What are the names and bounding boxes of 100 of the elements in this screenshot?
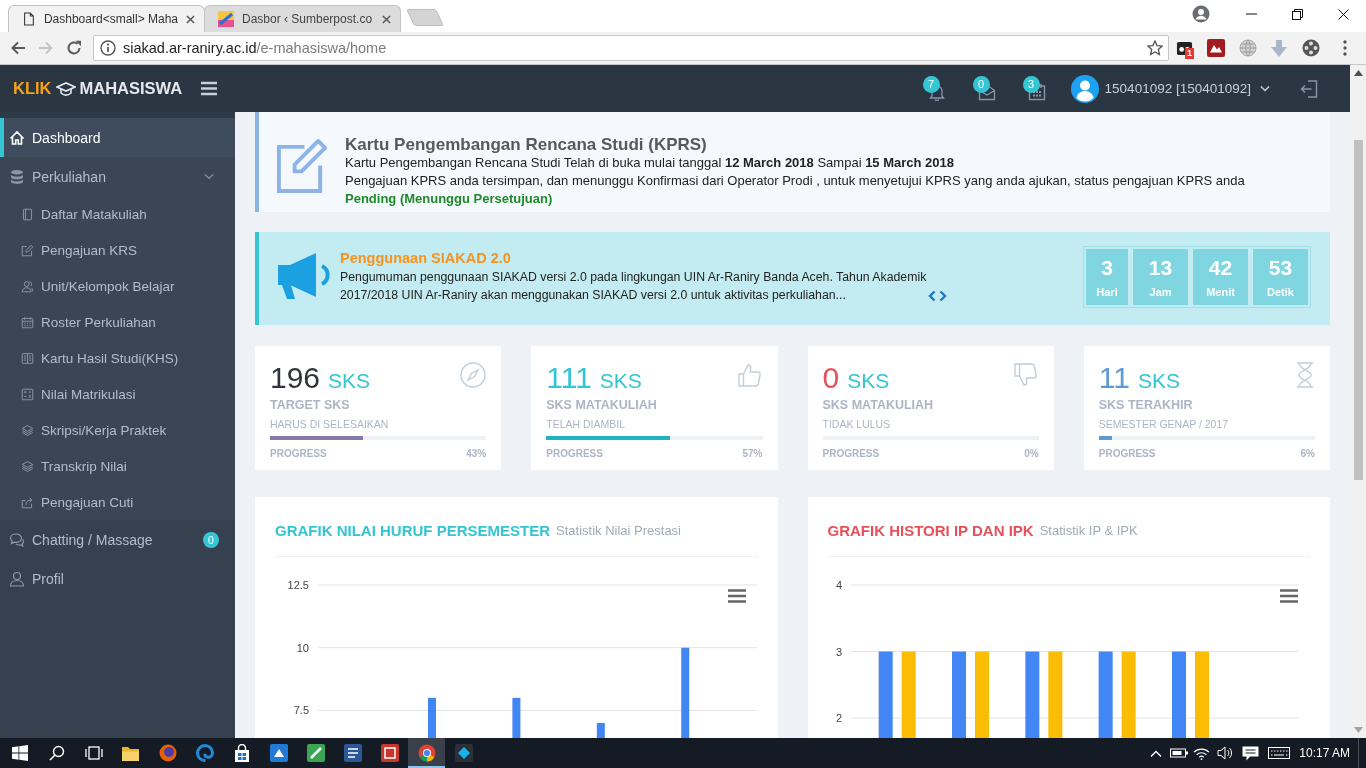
restore-icon[interactable] — [1291, 8, 1303, 20]
search-icon[interactable] — [48, 745, 65, 761]
sidebar-subitem[interactable]: Unit/Kelompok Belajar — [0, 268, 235, 304]
stat-value: 196 — [270, 361, 321, 394]
app-tile-icon[interactable] — [380, 744, 399, 762]
stat-value: 11 — [1098, 361, 1130, 394]
progress-label: PROGRESS — [1098, 447, 1156, 461]
bar — [596, 722, 605, 738]
y-tick-label: 3 — [835, 645, 842, 658]
hourglass-icon — [1295, 362, 1315, 388]
user-name[interactable]: 150401092 [150401092] — [1104, 81, 1251, 96]
app-tile-icon[interactable] — [306, 744, 325, 762]
chevron-left-icon[interactable] — [928, 290, 936, 302]
address-bar[interactable]: siakad.ar-raniry.ac.id/e-mahasiswa/home — [93, 35, 1169, 61]
arrow-up-icon[interactable] — [1353, 70, 1363, 76]
progress-label: PROGRESS — [546, 447, 603, 461]
notice-title: Kartu Pengembangan Rencana Studi (KPRS) — [345, 136, 708, 154]
countdown-value: 53 — [1268, 255, 1293, 280]
start-icon[interactable] — [11, 745, 28, 761]
sidebar-item[interactable]: Perkuliahan — [0, 157, 235, 196]
favicon-icon — [218, 11, 234, 27]
keyboard-icon[interactable] — [1268, 747, 1291, 759]
profile-icon[interactable] — [1192, 5, 1210, 23]
stat-subtitle: TIDAK LULUS — [822, 417, 892, 431]
page-icon — [22, 11, 36, 27]
sidebar-item[interactable]: Chatting / Massage 0 — [0, 520, 235, 559]
sidebar-subitem[interactable]: Roster Perkuliahan — [0, 304, 235, 340]
sidebar-subitem[interactable]: Transkrip Nilai — [0, 448, 235, 484]
sidebar-subitem[interactable]: Skripsi/Kerja Praktek — [0, 412, 235, 448]
battery-icon[interactable] — [1169, 748, 1188, 758]
progress-percent: 57% — [742, 447, 763, 461]
scrollbar-thumb[interactable] — [1353, 140, 1363, 480]
speaker-icon[interactable] — [1216, 746, 1233, 760]
close-icon[interactable] — [186, 14, 195, 24]
stat-title: SKS MATAKULIAH — [822, 397, 935, 414]
task-view-icon[interactable] — [84, 745, 103, 761]
count-badge: 1 — [1185, 48, 1194, 59]
stat-value: 0 — [822, 361, 840, 394]
notice-text: Pengajuan KPRS anda tersimpan, dan menunggu Konfirmasi dari Operator Prodi , untuk menyetujui KPRS yang anda ajukan, status pengajuan KPRS anda — [345, 172, 1245, 190]
countdown-value: 3 — [1101, 255, 1113, 280]
menu-icon[interactable] — [727, 589, 746, 603]
browser-tab[interactable]: Dashboard<small> Maha — [8, 5, 205, 32]
sidebar-item[interactable]: Profil — [0, 559, 235, 598]
stat-title: SKS TERAKHIR — [1098, 397, 1194, 414]
countdown-label: Menit — [1206, 284, 1235, 299]
clock-text[interactable]: 10:17 AM — [1293, 738, 1358, 768]
thumbs-down-icon — [1012, 362, 1039, 388]
browser-tab[interactable]: Dasbor ‹ Sumberpost.co — [204, 5, 401, 32]
circle-logo-icon[interactable] — [417, 744, 436, 762]
stat-title: SKS MATAKULIAH — [546, 397, 658, 414]
stat-subtitle: SEMESTER GENAP / 2017 — [1098, 417, 1230, 431]
chevron-right-icon[interactable] — [939, 290, 947, 302]
layers-icon — [21, 423, 34, 437]
menu-icon[interactable] — [1280, 589, 1298, 603]
film-reel-icon[interactable] — [1301, 39, 1320, 57]
announcement-text: Pengumuman penggunaan SIAKAD versi 2.0 pada lingkungan UIN Ar-Raniry Banda Aceh. Tahun Akademik 2017/2018 UIN Ar-Raniry akan menggunakan SIAKAD versi 2.0 untuk aktivitas perkuliahan... — [340, 269, 928, 304]
more-icon[interactable] — [1342, 40, 1347, 56]
star-icon[interactable] — [1147, 40, 1163, 56]
sidebar-item[interactable]: Dashboard — [0, 118, 235, 157]
info-icon[interactable] — [100, 40, 116, 56]
app-tile-icon[interactable] — [269, 744, 288, 762]
stat-title: TARGET SKS — [270, 397, 351, 414]
users-icon — [21, 279, 34, 293]
user-avatar-icon[interactable] — [1070, 74, 1099, 103]
megaphone-icon — [275, 250, 333, 300]
sidebar-subitem[interactable]: Kartu Hasil Studi(KHS) — [0, 340, 235, 376]
countdown-label: Hari — [1096, 284, 1118, 299]
layers-icon — [21, 459, 34, 473]
reload-icon[interactable] — [66, 40, 82, 56]
count-badge: 0 — [972, 76, 990, 93]
close-icon[interactable] — [1337, 8, 1349, 20]
chart-title: GRAFIK HISTORI IP DAN IPK — [827, 521, 1034, 539]
shopping-bag-icon[interactable] — [232, 744, 251, 762]
chevron-up-icon[interactable] — [1149, 749, 1162, 757]
sidebar-subitem[interactable]: Pengajuan Cuti — [0, 484, 235, 520]
count-badge: 3 — [1022, 76, 1040, 93]
logout-icon[interactable] — [1300, 78, 1318, 99]
database-icon — [9, 168, 25, 185]
minimize-icon[interactable] — [1245, 13, 1257, 15]
y-tick-label: 7.5 — [293, 704, 309, 717]
bar — [512, 697, 521, 738]
chart-title: GRAFIK NILAI HURUF PERSEMESTER — [275, 521, 550, 539]
folder-icon[interactable] — [121, 744, 140, 762]
bar — [427, 697, 436, 738]
wifi-icon[interactable] — [1193, 746, 1211, 760]
sidebar-subitem[interactable]: Daftar Matakuliah — [0, 196, 235, 232]
back-icon[interactable] — [10, 40, 26, 56]
document-icon[interactable] — [343, 744, 362, 762]
spiral-icon[interactable] — [195, 744, 214, 762]
list-icon — [21, 387, 34, 401]
ring-icon[interactable] — [158, 744, 177, 762]
scrollbar[interactable] — [1350, 65, 1366, 738]
chevron-down-icon[interactable] — [1260, 85, 1270, 92]
stat-unit: SKS — [599, 369, 642, 392]
user-icon — [9, 570, 25, 587]
sidebar-subitem[interactable]: Nilai Matrikulasi — [0, 376, 235, 412]
sidebar-subitem[interactable]: Pengajuan KRS — [0, 232, 235, 268]
extension-icon[interactable] — [1207, 39, 1226, 57]
app-tile-icon[interactable] — [454, 744, 473, 762]
message-icon[interactable] — [1242, 745, 1260, 761]
